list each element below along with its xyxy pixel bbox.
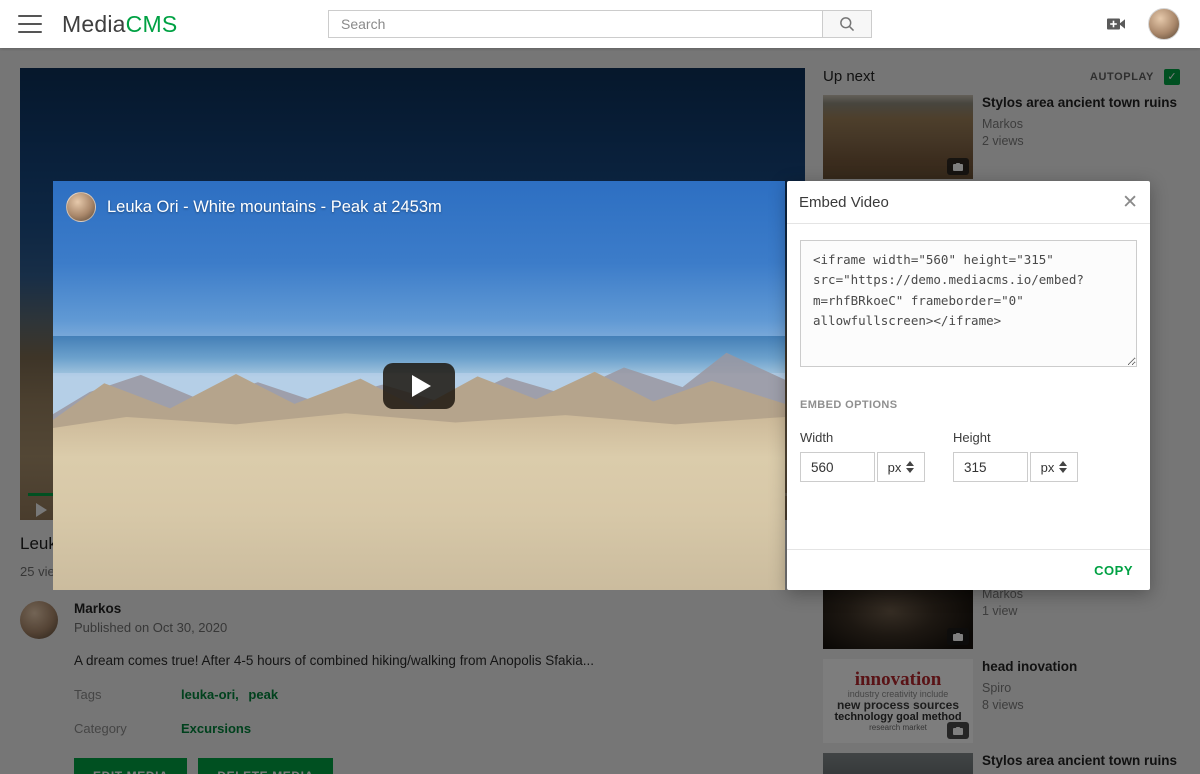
foreground-terrain <box>53 406 785 590</box>
search-icon <box>838 15 856 33</box>
preview-header: Leuka Ori - White mountains - Peak at 24… <box>66 192 442 222</box>
spinner-arrows-icon <box>1059 461 1067 473</box>
dialog-title: Embed Video <box>799 194 889 211</box>
spinner-arrows-icon <box>906 461 914 473</box>
search-button[interactable] <box>822 10 872 38</box>
brand-cms: CMS <box>126 11 178 37</box>
width-label: Width <box>800 430 953 445</box>
top-bar: MediaCMS <box>0 0 1200 48</box>
embed-video-dialog: Embed Video ✕ <iframe width="560" height… <box>787 181 1150 590</box>
menu-icon[interactable] <box>18 15 42 33</box>
page: MediaCMS Leuka Ori - White mountains - P… <box>0 0 1200 774</box>
embed-video-preview[interactable]: Leuka Ori - White mountains - Peak at 24… <box>53 181 785 590</box>
brand-logo[interactable]: MediaCMS <box>62 11 177 38</box>
preview-video-title: Leuka Ori - White mountains - Peak at 24… <box>107 198 442 217</box>
brand-media: Media <box>62 11 126 37</box>
upload-media-button[interactable] <box>1104 13 1128 35</box>
dialog-footer: COPY <box>787 549 1150 590</box>
search-input[interactable] <box>328 10 822 38</box>
copy-button[interactable]: COPY <box>1094 563 1133 578</box>
height-label: Height <box>953 430 1106 445</box>
dialog-body: <iframe width="560" height="315" src="ht… <box>787 224 1150 482</box>
embed-code-textarea[interactable]: <iframe width="560" height="315" src="ht… <box>800 240 1137 367</box>
width-unit-value: px <box>888 460 902 475</box>
width-input[interactable] <box>800 452 875 482</box>
add-video-icon <box>1104 13 1128 35</box>
dialog-header: Embed Video ✕ <box>787 181 1150 224</box>
play-button[interactable] <box>383 363 455 409</box>
play-icon <box>412 375 431 397</box>
close-icon[interactable]: ✕ <box>1122 193 1138 212</box>
embed-options-fields: Width px Height px <box>800 430 1137 482</box>
height-unit-select[interactable]: px <box>1030 452 1078 482</box>
height-input[interactable] <box>953 452 1028 482</box>
channel-avatar[interactable] <box>66 192 96 222</box>
search-bar <box>328 10 872 38</box>
width-unit-select[interactable]: px <box>877 452 925 482</box>
height-unit-value: px <box>1041 460 1055 475</box>
user-avatar[interactable] <box>1148 8 1180 40</box>
embed-options-label: EMBED OPTIONS <box>800 399 1137 411</box>
